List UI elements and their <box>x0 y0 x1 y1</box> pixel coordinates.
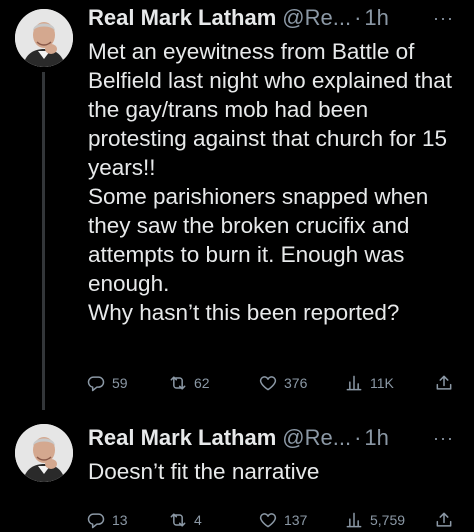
tweet-actions: 59 62 376 11K <box>86 371 460 395</box>
reply-button[interactable]: 13 <box>86 508 128 532</box>
share-button[interactable] <box>434 371 454 395</box>
avatar[interactable] <box>15 424 73 482</box>
views-button[interactable]: 5,759 <box>344 508 405 532</box>
timestamp[interactable]: 1h <box>364 423 388 453</box>
reply-button[interactable]: 59 <box>86 371 128 395</box>
separator: · <box>354 5 362 30</box>
reply-count: 13 <box>112 512 128 528</box>
thread-line <box>42 72 45 410</box>
share-button[interactable] <box>434 508 454 532</box>
handle[interactable]: @Re... <box>282 423 351 453</box>
tweet-text: Met an eyewitness from Battle of Belfiel… <box>88 39 452 325</box>
heart-icon <box>259 376 277 391</box>
like-button[interactable]: 137 <box>258 508 307 532</box>
reply-count: 59 <box>112 375 128 391</box>
avatar-image <box>15 424 73 482</box>
reply-icon <box>87 513 105 529</box>
tweet[interactable]: Real Mark Latham @Re... · 1h ··· Doesn’t… <box>0 410 474 529</box>
share-icon <box>436 512 452 527</box>
avatar[interactable] <box>15 9 73 67</box>
tweet-actions: 13 4 137 5,759 <box>86 508 460 532</box>
avatar-image <box>15 9 73 67</box>
like-button[interactable]: 376 <box>258 371 307 395</box>
heart-icon <box>259 513 277 528</box>
views-icon <box>346 512 362 528</box>
tweet-text: Doesn’t fit the narrative <box>88 459 320 484</box>
retweet-count: 4 <box>194 512 202 528</box>
share-icon <box>436 375 452 390</box>
tweet-header: Real Mark Latham @Re... · 1h ··· <box>88 3 462 33</box>
retweet-count: 62 <box>194 375 210 391</box>
tweet-header: Real Mark Latham @Re... · 1h ··· <box>88 423 462 453</box>
more-icon[interactable]: ··· <box>433 423 462 453</box>
view-count: 11K <box>370 375 394 391</box>
timestamp[interactable]: 1h <box>364 3 388 33</box>
retweet-icon <box>170 513 186 527</box>
display-name[interactable]: Real Mark Latham <box>88 3 276 33</box>
view-count: 5,759 <box>370 512 406 528</box>
views-icon <box>346 375 362 391</box>
views-button[interactable]: 11K <box>344 371 394 395</box>
retweet-icon <box>170 376 186 390</box>
retweet-button[interactable]: 4 <box>168 508 202 532</box>
retweet-button[interactable]: 62 <box>168 371 210 395</box>
display-name[interactable]: Real Mark Latham <box>88 423 276 453</box>
like-count: 137 <box>284 512 308 528</box>
tweet[interactable]: Real Mark Latham @Re... · 1h ··· Met an … <box>0 0 474 410</box>
separator: · <box>354 425 362 450</box>
more-icon[interactable]: ··· <box>433 3 462 33</box>
reply-icon <box>87 376 105 392</box>
handle[interactable]: @Re... <box>282 3 351 33</box>
like-count: 376 <box>284 375 308 391</box>
